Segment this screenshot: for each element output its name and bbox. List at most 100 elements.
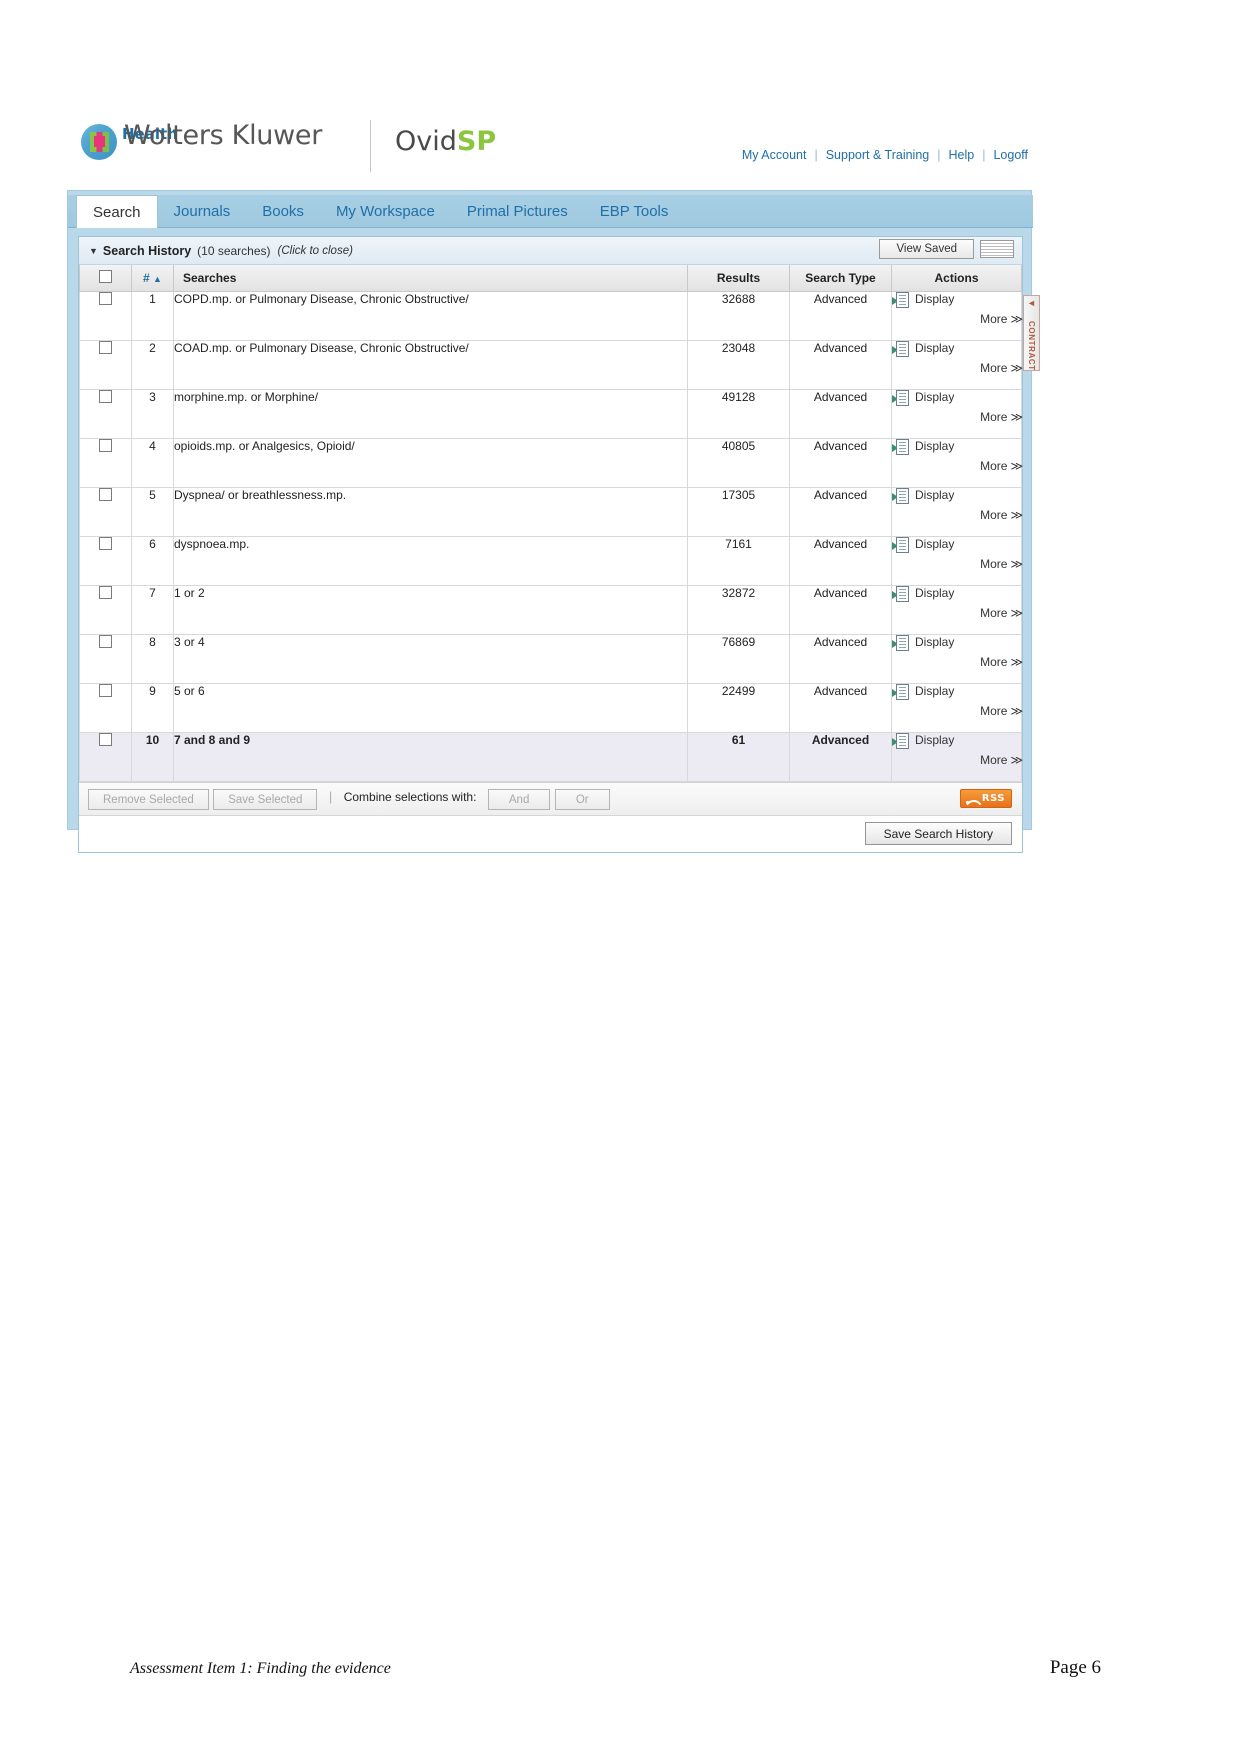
row-select-cell <box>79 683 132 733</box>
number-header-label: # <box>143 271 150 285</box>
row-results[interactable]: 40805 <box>687 438 790 488</box>
display-link[interactable]: Display <box>892 439 954 456</box>
th-select-all <box>79 265 132 292</box>
row-search-type: Advanced <box>789 291 892 341</box>
more-link[interactable]: More ≫ <box>892 704 1023 718</box>
combine-or-button[interactable]: Or <box>554 789 610 810</box>
more-label: More <box>980 410 1008 425</box>
nav-my-account[interactable]: My Account <box>735 148 814 162</box>
more-link[interactable]: More ≫ <box>892 753 1023 767</box>
display-icon <box>892 439 909 456</box>
more-link[interactable]: More ≫ <box>892 557 1023 571</box>
more-link[interactable]: More ≫ <box>892 312 1023 327</box>
display-label: Display <box>915 635 955 650</box>
row-select-cell <box>79 585 132 635</box>
row-checkbox[interactable] <box>99 684 112 697</box>
table-row: 95 or 6 22499 Advanced Display More ≫ <box>79 683 1023 733</box>
tab-ebp-tools[interactable]: EBP Tools <box>584 195 685 228</box>
search-history-table: # ▲ Searches Results Search Type Actions… <box>79 265 1023 782</box>
more-link[interactable]: More ≫ <box>892 508 1023 522</box>
row-select-cell <box>79 732 132 782</box>
row-checkbox[interactable] <box>99 390 112 403</box>
tab-primal-pictures[interactable]: Primal Pictures <box>451 195 584 228</box>
display-link[interactable]: Display <box>892 635 955 652</box>
display-icon <box>892 733 909 750</box>
display-link[interactable]: Display <box>892 341 954 358</box>
sp-text: SP <box>456 126 497 157</box>
row-checkbox[interactable] <box>99 488 112 501</box>
tab-journals[interactable]: Journals <box>158 195 247 228</box>
nav-separator: | <box>814 148 818 162</box>
row-number: 3 <box>131 389 174 439</box>
row-results[interactable]: 32688 <box>687 291 790 341</box>
display-link[interactable]: Display <box>892 684 954 701</box>
row-results[interactable]: 76869 <box>687 634 790 684</box>
more-link[interactable]: More ≫ <box>892 459 1023 473</box>
more-label: More <box>980 312 1008 327</box>
row-results[interactable]: 32872 <box>687 585 790 635</box>
display-link[interactable]: Display <box>892 586 954 603</box>
more-link[interactable]: More ≫ <box>892 410 1023 425</box>
row-query: opioids.mp. or Analgesics, Opioid/ <box>173 438 688 488</box>
display-link[interactable]: Display <box>892 537 954 554</box>
row-results[interactable]: 61 <box>687 732 790 782</box>
nav-help[interactable]: Help <box>942 148 982 162</box>
table-row: 71 or 2 32872 Advanced Display More ≫ <box>79 585 1023 635</box>
tab-my-workspace[interactable]: My Workspace <box>320 195 451 228</box>
more-label: More <box>980 655 1008 670</box>
tab-books[interactable]: Books <box>246 195 320 228</box>
sort-ascending-icon[interactable]: ▲ <box>153 274 162 284</box>
display-link[interactable]: Display <box>892 488 954 505</box>
more-link[interactable]: More ≫ <box>892 606 1023 620</box>
table-row: 2 COAD.mp. or Pulmonary Disease, Chronic … <box>79 340 1023 390</box>
select-all-checkbox[interactable] <box>99 270 112 283</box>
rss-button[interactable]: RSS <box>959 789 1012 808</box>
combine-and-button[interactable]: And <box>487 789 551 810</box>
nav-support-training[interactable]: Support & Training <box>819 148 937 162</box>
row-actions: Display More ≫ <box>891 438 1023 488</box>
display-link[interactable]: Display <box>892 390 954 407</box>
click-to-close-hint[interactable]: (Click to close) <box>278 245 353 257</box>
collapse-caret-icon[interactable]: ▼ <box>89 237 98 265</box>
tab-search[interactable]: Search <box>76 195 158 228</box>
row-checkbox[interactable] <box>99 537 112 550</box>
row-number: 8 <box>131 634 174 684</box>
row-results[interactable]: 49128 <box>687 389 790 439</box>
row-checkbox[interactable] <box>99 733 112 746</box>
remove-selected-button[interactable]: Remove Selected <box>88 789 209 810</box>
save-selected-button[interactable]: Save Selected <box>213 789 318 810</box>
more-link[interactable]: More ≫ <box>892 361 1023 376</box>
row-number: 10 <box>131 732 174 782</box>
row-number: 1 <box>131 291 174 341</box>
row-results[interactable]: 17305 <box>687 487 790 537</box>
contract-side-tab[interactable]: ◄ CONTRACT <box>1023 295 1040 371</box>
row-select-cell <box>79 389 132 439</box>
th-number[interactable]: # ▲ <box>131 265 174 292</box>
row-results[interactable]: 23048 <box>687 340 790 390</box>
row-results[interactable]: 22499 <box>687 683 790 733</box>
view-saved-button[interactable]: View Saved <box>879 239 974 259</box>
table-row: 10 7 and 8 and 9 61 Advanced Display More ≫ <box>79 732 1023 782</box>
display-link[interactable]: Display <box>892 733 954 750</box>
list-view-icon[interactable] <box>980 240 1014 258</box>
ovid-app-panel: Search Journals Books My Workspace Prima… <box>67 190 1040 853</box>
wolters-kluwer-globe-icon <box>81 124 117 160</box>
more-link[interactable]: More ≫ <box>892 655 1023 670</box>
display-icon <box>892 635 909 652</box>
row-checkbox[interactable] <box>99 635 112 648</box>
footer-assessment-label: Assessment Item 1: Finding the evidence <box>130 1660 391 1677</box>
nav-logoff[interactable]: Logoff <box>986 148 1035 162</box>
row-results[interactable]: 7161 <box>687 536 790 586</box>
save-search-history-button[interactable]: Save Search History <box>864 822 1012 845</box>
row-select-cell <box>79 438 132 488</box>
search-history-header[interactable]: ▼ Search History (10 searches) (Click to cl… <box>79 237 1022 265</box>
row-checkbox[interactable] <box>99 439 112 452</box>
contract-arrow-icon: ◄ <box>1027 298 1036 308</box>
row-checkbox[interactable] <box>99 292 112 305</box>
rss-icon <box>965 792 978 805</box>
row-checkbox[interactable] <box>99 586 112 599</box>
row-checkbox[interactable] <box>99 341 112 354</box>
display-link[interactable]: Display <box>892 292 954 309</box>
more-label: More <box>980 361 1008 376</box>
display-icon <box>892 488 909 505</box>
